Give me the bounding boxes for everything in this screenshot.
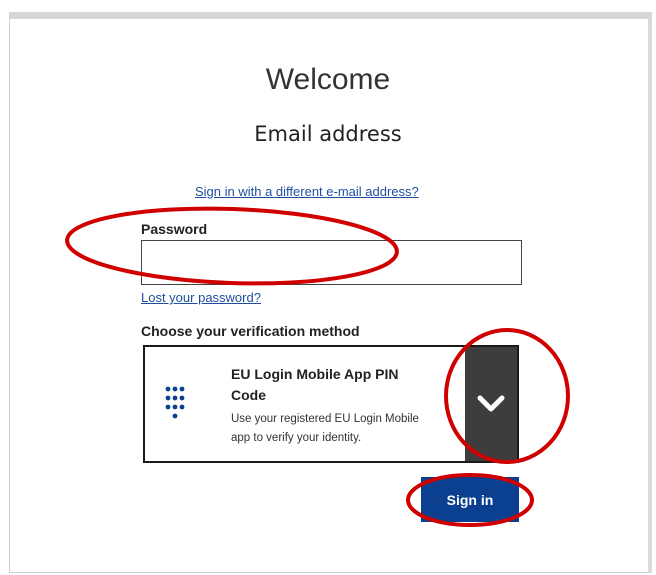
method-desc-line2: app to verify your identity.	[231, 432, 362, 444]
different-email-link[interactable]: Sign in with a different e-mail address?	[195, 184, 419, 199]
method-dropdown-button[interactable]	[465, 347, 517, 461]
method-title: EU Login Mobile App PIN Code	[231, 364, 471, 406]
method-title-line1: EU Login Mobile App PIN	[231, 366, 399, 382]
chevron-down-icon	[477, 395, 505, 412]
method-description: Use your registered EU Login Mobile app …	[231, 410, 471, 448]
sign-in-button[interactable]: Sign in	[421, 477, 519, 522]
method-desc-line1: Use your registered EU Login Mobile	[231, 413, 419, 425]
verification-method-label: Choose your verification method	[141, 323, 360, 339]
page-title: Welcome	[265, 63, 391, 96]
method-title-line2: Code	[231, 387, 266, 403]
password-label: Password	[141, 221, 208, 237]
password-input[interactable]	[141, 240, 522, 285]
verification-method-select[interactable]: EU Login Mobile App PIN Code Use your re…	[143, 345, 519, 463]
email-address: Email address	[254, 122, 402, 146]
keypad-icon	[165, 386, 185, 419]
lost-password-link[interactable]: Lost your password?	[141, 290, 261, 305]
